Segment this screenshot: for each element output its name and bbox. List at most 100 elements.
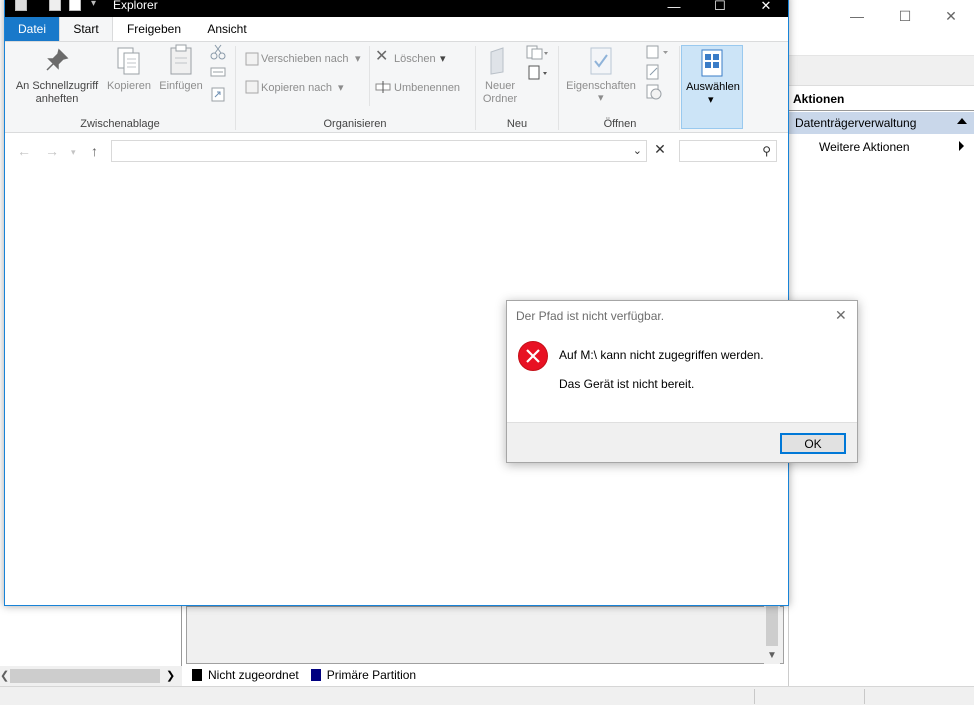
move-to-label: Verschieben nach xyxy=(261,53,349,65)
group-label-clipboard: Zwischenablage xyxy=(80,118,160,130)
group-label-open: Öffnen xyxy=(603,118,637,130)
actions-item-disk-management[interactable]: Datenträgerverwaltung xyxy=(789,112,974,134)
app-icon xyxy=(15,0,27,11)
search-input[interactable] xyxy=(682,143,752,159)
select-label: Auswählen xyxy=(686,81,740,93)
up-arrow-icon[interactable]: ↑ xyxy=(91,143,98,159)
copy-to-dropdown-icon: ▾ xyxy=(338,82,344,94)
actions-divider xyxy=(789,110,974,111)
group-label-new: Neu xyxy=(506,118,528,130)
window-title: Explorer xyxy=(113,0,158,12)
status-bar xyxy=(0,686,974,705)
error-icon xyxy=(518,341,548,371)
scrollbar-thumb[interactable] xyxy=(766,606,778,646)
legend-swatch-primary xyxy=(310,669,321,681)
clear-address-icon[interactable]: ✕ xyxy=(651,141,669,158)
pin-label: An Schnellzugriff anheften xyxy=(15,80,99,105)
pin-icon xyxy=(46,48,69,71)
scroll-left-icon[interactable]: ❮ xyxy=(0,669,9,682)
tab-home[interactable]: Start xyxy=(59,17,113,41)
dialog-message: Auf M:\ kann nicht zugegriffen werden. xyxy=(559,348,764,362)
status-separator xyxy=(754,689,755,704)
paste-label: Einfügen xyxy=(159,80,203,92)
vertical-scrollbar[interactable]: ▼ xyxy=(764,606,780,664)
properties-icon xyxy=(590,47,612,75)
tab-share[interactable]: Freigeben xyxy=(119,17,189,41)
group-label-organize: Organisieren xyxy=(323,118,387,130)
group-separator xyxy=(475,46,476,130)
status-separator xyxy=(864,689,865,704)
copy-path-icon[interactable] xyxy=(210,66,226,78)
open-icon[interactable] xyxy=(645,44,671,60)
new-folder-quick-icon[interactable] xyxy=(69,0,81,11)
inner-separator xyxy=(369,46,370,106)
new-folder-icon xyxy=(490,47,504,75)
actions-item-more[interactable]: Weitere Aktionen xyxy=(819,140,910,154)
bg-close-button[interactable]: ✕ xyxy=(928,0,974,32)
back-arrow-icon[interactable]: ← xyxy=(17,143,31,159)
edit-icon[interactable] xyxy=(645,64,661,80)
address-bar[interactable]: ⌄ xyxy=(111,140,647,162)
legend-swatch-unallocated xyxy=(192,669,202,681)
select-button[interactable]: Auswählen ▾ xyxy=(681,45,743,129)
search-box[interactable]: ⚲ xyxy=(679,140,777,162)
horizontal-scrollbar[interactable]: ❮ ❯ xyxy=(0,666,182,686)
copy-to-icon xyxy=(245,80,259,94)
select-dropdown-icon: ▾ xyxy=(708,94,714,106)
legend-label-primary: Primäre Partition xyxy=(326,668,417,682)
scrollbar-thumb[interactable] xyxy=(10,669,160,683)
search-icon[interactable]: ⚲ xyxy=(762,144,771,158)
address-dropdown-icon[interactable]: ⌄ xyxy=(633,144,642,157)
group-separator xyxy=(235,46,236,130)
dialog-detail: Das Gerät ist nicht bereit. xyxy=(559,377,695,391)
new-folder-label: Neuer Ordner xyxy=(482,80,518,105)
forward-arrow-icon[interactable]: → xyxy=(45,143,59,159)
submenu-arrow-icon xyxy=(959,141,964,151)
close-button[interactable]: ✕ xyxy=(743,0,789,17)
cut-icon[interactable] xyxy=(210,44,226,60)
move-to-icon xyxy=(245,52,259,66)
bg-minimize-button[interactable]: — xyxy=(834,0,880,32)
scroll-down-icon[interactable]: ▼ xyxy=(767,650,777,661)
disk-graphical-view xyxy=(186,606,784,664)
ok-button[interactable]: OK xyxy=(780,433,846,454)
group-separator xyxy=(679,46,680,130)
actions-title: Aktionen xyxy=(793,92,845,106)
paste-icon xyxy=(170,44,192,75)
new-item-icon[interactable] xyxy=(525,44,549,62)
recent-dropdown-icon[interactable]: ▾ xyxy=(71,147,76,158)
error-dialog: Der Pfad ist nicht verfügbar. ✕ Auf M:\ … xyxy=(506,300,858,463)
address-input[interactable] xyxy=(114,143,614,159)
dialog-close-button[interactable]: ✕ xyxy=(835,307,847,324)
easy-access-icon[interactable] xyxy=(525,64,549,82)
explorer-title-bar[interactable]: ▾ Explorer — ☐ ✕ xyxy=(5,0,788,17)
copy-to-label: Kopieren nach xyxy=(261,82,332,94)
actions-item-label: Datenträgerverwaltung xyxy=(795,116,917,130)
quick-access-dropdown-icon[interactable]: ▾ xyxy=(91,0,96,9)
tab-file[interactable]: Datei xyxy=(5,17,59,41)
paste-shortcut-icon[interactable] xyxy=(210,86,226,102)
partition-legend: Nicht zugeordnet Primäre Partition xyxy=(186,664,784,686)
properties-dropdown-icon: ▾ xyxy=(598,92,604,104)
scroll-right-icon[interactable]: ❯ xyxy=(166,669,175,682)
legend-label-unallocated: Nicht zugeordnet xyxy=(208,668,299,682)
copy-icon xyxy=(117,47,140,75)
properties-quick-icon[interactable] xyxy=(49,0,61,11)
copy-label: Kopieren xyxy=(106,80,152,92)
ribbon: An Schnellzugriff anheften Kopieren Einf… xyxy=(5,41,788,133)
background-title-bar: — ☐ ✕ xyxy=(788,0,974,56)
collapse-arrow-icon[interactable] xyxy=(957,118,967,124)
delete-icon: ✕ xyxy=(375,48,389,65)
rename-label: Umbenennen xyxy=(394,82,461,94)
rename-icon xyxy=(375,81,391,93)
delete-dropdown-icon: ▾ xyxy=(440,53,446,65)
group-separator xyxy=(558,46,559,130)
tab-view[interactable]: Ansicht xyxy=(199,17,255,41)
dialog-title: Der Pfad ist nicht verfügbar. xyxy=(516,309,665,323)
dialog-footer: OK xyxy=(507,422,857,462)
background-toolbar xyxy=(788,56,974,86)
maximize-button[interactable]: ☐ xyxy=(697,0,743,17)
history-icon[interactable] xyxy=(645,84,663,100)
minimize-button[interactable]: — xyxy=(651,0,697,17)
bg-maximize-button[interactable]: ☐ xyxy=(882,0,928,32)
